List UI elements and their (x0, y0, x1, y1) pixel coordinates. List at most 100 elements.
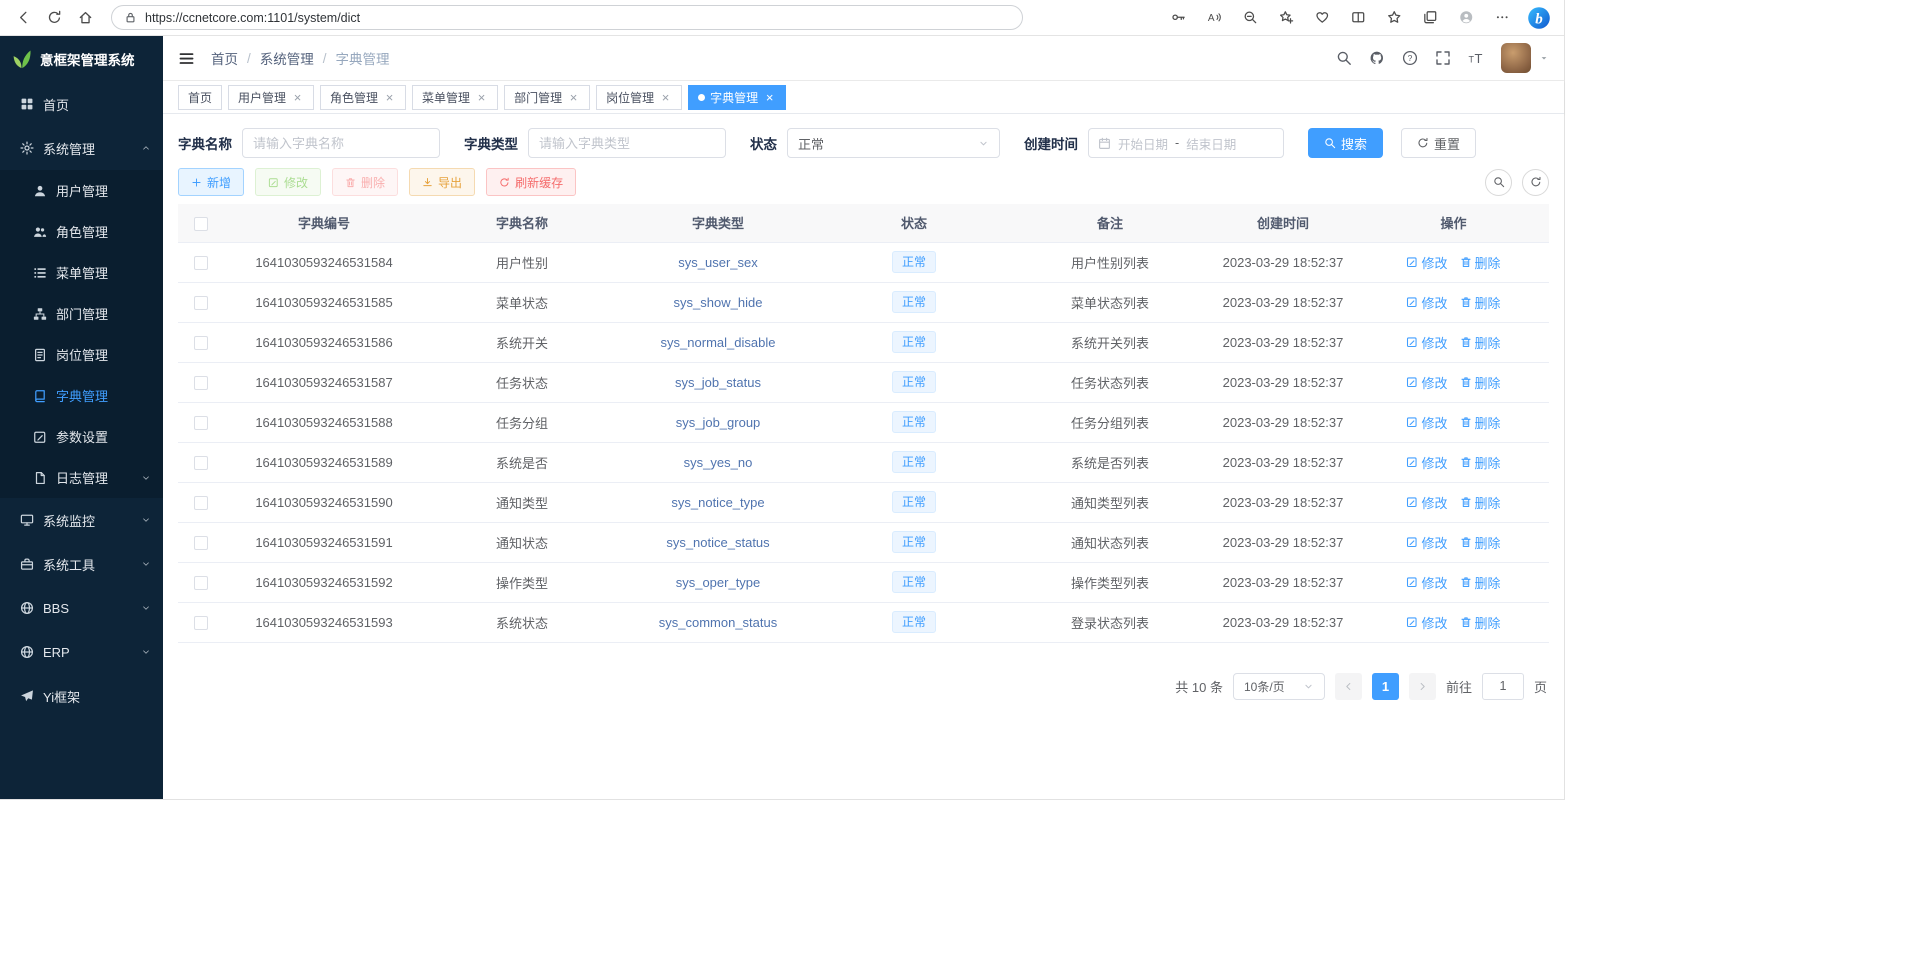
edit-button[interactable]: 修改 (255, 168, 321, 196)
bing-chat-button[interactable]: b (1523, 3, 1554, 33)
dict-type-link[interactable]: sys_show_hide (674, 295, 763, 310)
dict-type-link[interactable]: sys_common_status (659, 615, 778, 630)
close-icon[interactable]: × (383, 91, 396, 104)
tab-post[interactable]: 岗位管理× (596, 85, 682, 110)
row-delete-link[interactable]: 删除 (1460, 333, 1501, 352)
refresh-table-button[interactable] (1522, 169, 1549, 196)
sidebar-item-monitor[interactable]: 系统监控 (0, 498, 163, 542)
dict-type-link[interactable]: sys_yes_no (684, 455, 753, 470)
reset-button[interactable]: 重置 (1401, 128, 1476, 158)
profile-button[interactable] (1451, 3, 1482, 33)
sidebar-item-role[interactable]: 角色管理 (0, 211, 163, 252)
dict-name-input[interactable] (242, 128, 440, 158)
add-button[interactable]: 新增 (178, 168, 244, 196)
row-delete-link[interactable]: 删除 (1460, 573, 1501, 592)
fullscreen-button[interactable] (1435, 50, 1451, 66)
row-delete-link[interactable]: 删除 (1460, 413, 1501, 432)
row-edit-link[interactable]: 修改 (1406, 453, 1447, 472)
sidebar-item-tool[interactable]: 系统工具 (0, 542, 163, 586)
goto-page-input[interactable] (1482, 673, 1524, 700)
close-icon[interactable]: × (291, 91, 304, 104)
row-checkbox[interactable] (194, 456, 208, 470)
close-icon[interactable]: × (567, 91, 580, 104)
row-checkbox[interactable] (194, 336, 208, 350)
page-size-select[interactable]: 10条/页 (1233, 673, 1325, 700)
sidebar-item-yiframe[interactable]: Yi框架 (0, 674, 163, 718)
row-delete-link[interactable]: 删除 (1460, 533, 1501, 552)
row-edit-link[interactable]: 修改 (1406, 293, 1447, 312)
chevron-down-icon[interactable] (1539, 53, 1549, 63)
row-delete-link[interactable]: 删除 (1460, 453, 1501, 472)
sidebar-item-system[interactable]: 系统管理 (0, 126, 163, 170)
row-checkbox[interactable] (194, 616, 208, 630)
row-delete-link[interactable]: 删除 (1460, 253, 1501, 272)
close-icon[interactable]: × (659, 91, 672, 104)
row-delete-link[interactable]: 删除 (1460, 493, 1501, 512)
github-button[interactable] (1369, 50, 1385, 66)
export-button[interactable]: 导出 (409, 168, 475, 196)
sidebar-toggle[interactable] (178, 50, 195, 67)
next-page-button[interactable] (1409, 673, 1436, 700)
row-delete-link[interactable]: 删除 (1460, 373, 1501, 392)
tab-user[interactable]: 用户管理× (228, 85, 314, 110)
dict-type-link[interactable]: sys_notice_status (666, 535, 769, 550)
dict-type-link[interactable]: sys_notice_type (671, 495, 764, 510)
dict-type-link[interactable]: sys_user_sex (678, 255, 757, 270)
breadcrumb-item[interactable]: 字典管理 (336, 48, 390, 68)
row-checkbox[interactable] (194, 416, 208, 430)
breadcrumb-item[interactable]: 首页 (211, 48, 238, 68)
row-delete-link[interactable]: 删除 (1460, 293, 1501, 312)
row-checkbox[interactable] (194, 496, 208, 510)
dict-type-link[interactable]: sys_job_status (675, 375, 761, 390)
prev-page-button[interactable] (1335, 673, 1362, 700)
dict-type-input[interactable] (528, 128, 726, 158)
select-all-checkbox[interactable] (194, 217, 208, 231)
add-favorite-button[interactable] (1271, 3, 1302, 33)
close-icon[interactable]: × (475, 91, 488, 104)
row-edit-link[interactable]: 修改 (1406, 533, 1447, 552)
sidebar-item-log[interactable]: 日志管理 (0, 457, 163, 498)
sidebar-item-menu[interactable]: 菜单管理 (0, 252, 163, 293)
tab-dept[interactable]: 部门管理× (504, 85, 590, 110)
sidebar-item-home[interactable]: 首页 (0, 82, 163, 126)
sidebar-item-dict[interactable]: 字典管理 (0, 375, 163, 416)
sidebar-item-config[interactable]: 参数设置 (0, 416, 163, 457)
refresh-cache-button[interactable]: 刷新缓存 (486, 168, 576, 196)
sidebar-item-dept[interactable]: 部门管理 (0, 293, 163, 334)
browser-menu-button[interactable] (1487, 3, 1518, 33)
browser-refresh-button[interactable] (39, 3, 70, 33)
split-screen-button[interactable] (1343, 3, 1374, 33)
browser-back-button[interactable] (8, 3, 39, 33)
row-edit-link[interactable]: 修改 (1406, 373, 1447, 392)
help-button[interactable]: ? (1402, 50, 1418, 66)
status-select[interactable]: 正常 (787, 128, 1000, 158)
row-edit-link[interactable]: 修改 (1406, 253, 1447, 272)
row-edit-link[interactable]: 修改 (1406, 413, 1447, 432)
row-checkbox[interactable] (194, 256, 208, 270)
row-checkbox[interactable] (194, 576, 208, 590)
sidebar-item-bbs[interactable]: BBS (0, 586, 163, 630)
favorites-button[interactable] (1379, 3, 1410, 33)
row-edit-link[interactable]: 修改 (1406, 573, 1447, 592)
sidebar-item-post[interactable]: 岗位管理 (0, 334, 163, 375)
date-range-picker[interactable]: 开始日期 - 结束日期 (1088, 128, 1284, 158)
font-size-button[interactable]: TT (1468, 50, 1484, 66)
tab-home[interactable]: 首页 (178, 85, 222, 110)
dict-type-link[interactable]: sys_normal_disable (661, 335, 776, 350)
delete-button[interactable]: 删除 (332, 168, 398, 196)
dict-type-link[interactable]: sys_oper_type (676, 575, 761, 590)
breadcrumb-item[interactable]: 系统管理 (260, 48, 314, 68)
row-delete-link[interactable]: 删除 (1460, 613, 1501, 632)
tab-menu[interactable]: 菜单管理× (412, 85, 498, 110)
close-icon[interactable]: × (763, 91, 776, 104)
row-edit-link[interactable]: 修改 (1406, 333, 1447, 352)
toggle-search-button[interactable] (1485, 169, 1512, 196)
tab-role[interactable]: 角色管理× (320, 85, 406, 110)
zoom-button[interactable] (1235, 3, 1266, 33)
sidebar-item-erp[interactable]: ERP (0, 630, 163, 674)
page-number-1[interactable]: 1 (1372, 673, 1399, 700)
row-edit-link[interactable]: 修改 (1406, 613, 1447, 632)
browser-essentials-button[interactable] (1307, 3, 1338, 33)
password-key-button[interactable] (1163, 3, 1194, 33)
user-avatar[interactable] (1501, 43, 1531, 73)
